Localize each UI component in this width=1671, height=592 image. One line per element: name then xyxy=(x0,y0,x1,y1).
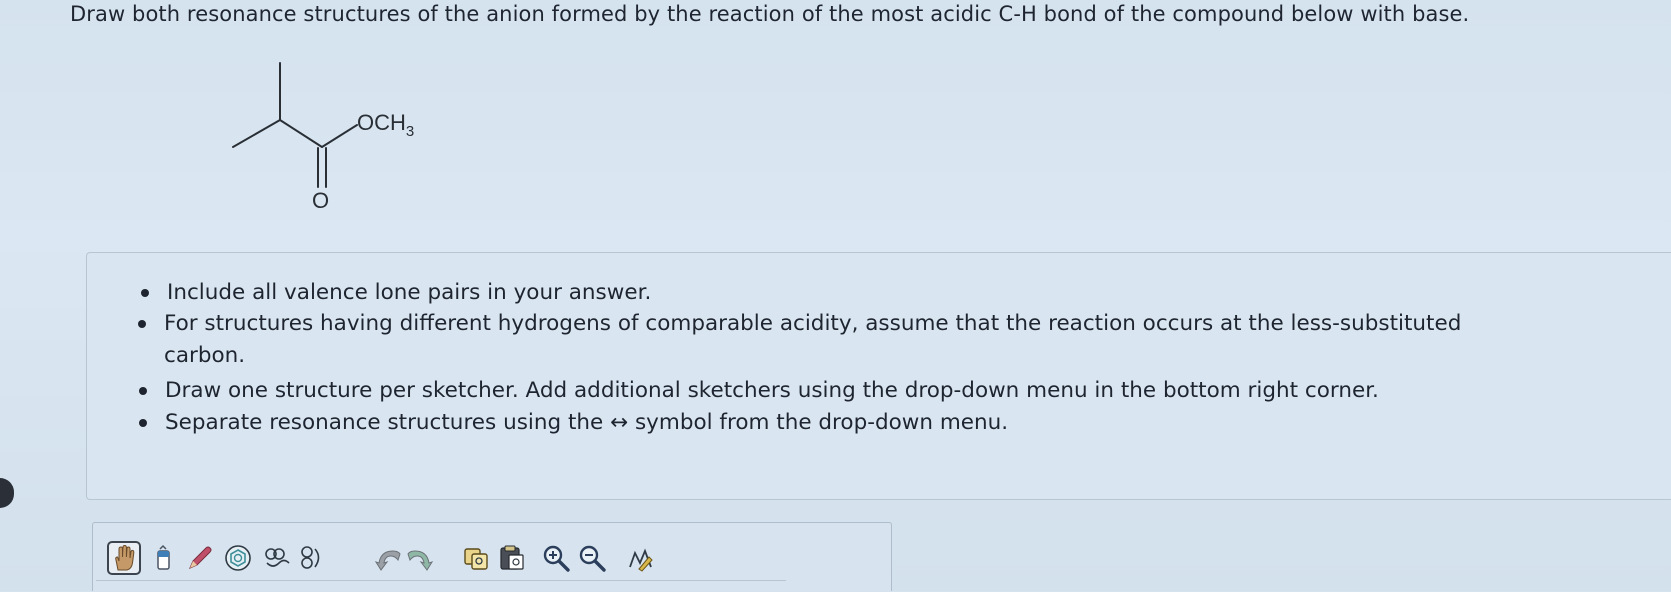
redo-icon xyxy=(407,550,434,571)
instruction-text: Include all valence lone pairs in your a… xyxy=(167,280,652,305)
instruction-text: Draw one structure per sketcher. Add add… xyxy=(165,378,1379,403)
zoom-out-icon xyxy=(579,545,606,572)
zoom-out-tool[interactable] xyxy=(575,541,609,575)
och3-text: OCH xyxy=(357,110,406,135)
bond-carbonyl-ester-o xyxy=(321,124,358,148)
carbonyl-oxygen-label: O xyxy=(312,188,329,213)
clean-tool[interactable] xyxy=(623,541,657,575)
chain-tool-variant[interactable] xyxy=(293,541,327,575)
undo-tool[interactable] xyxy=(371,541,405,575)
paste-icon xyxy=(500,545,524,570)
side-panel-toggle[interactable] xyxy=(0,478,14,508)
eraser-icon xyxy=(157,544,170,570)
och3-subscript: 3 xyxy=(406,123,414,140)
zoom-in-tool[interactable] xyxy=(539,541,573,575)
chain-loop-icon xyxy=(301,546,320,569)
paste-tool[interactable] xyxy=(495,541,529,575)
bullet-icon xyxy=(139,387,147,395)
eraser-tool[interactable] xyxy=(146,541,180,575)
chain-icon xyxy=(265,548,290,567)
bullet-icon xyxy=(139,419,147,427)
instruction-text: carbon. xyxy=(164,343,246,368)
ring-tool[interactable] xyxy=(221,541,255,575)
bullet-icon xyxy=(141,289,149,297)
instruction-item: Include all valence lone pairs in your a… xyxy=(141,278,652,308)
copy-tool[interactable] xyxy=(459,541,493,575)
pencil-icon xyxy=(189,546,212,569)
zoom-in-icon xyxy=(543,545,570,572)
och3-label: OCH3 xyxy=(357,110,414,140)
compound-structure: OCH3 O xyxy=(232,62,414,213)
instruction-item: Separate resonance structures using the … xyxy=(139,408,1009,438)
hand-tool[interactable] xyxy=(107,541,141,575)
clean-structure-icon xyxy=(629,548,653,572)
instruction-text: For structures having different hydrogen… xyxy=(164,311,1462,336)
instruction-text: Separate resonance structures using the … xyxy=(165,410,1009,435)
bullet-icon xyxy=(138,320,146,328)
instructions-panel: Include all valence lone pairs in your a… xyxy=(86,252,1671,500)
instruction-item-continuation: carbon. xyxy=(164,341,245,371)
template-toolbar-edge xyxy=(96,580,786,592)
benzene-ring-icon xyxy=(225,545,251,571)
undo-icon xyxy=(374,550,401,571)
chain-tool[interactable] xyxy=(261,541,295,575)
question-text: Draw both resonance structures of the an… xyxy=(70,2,1470,26)
copy-icon xyxy=(464,548,488,570)
hand-icon xyxy=(115,544,135,571)
pencil-tool[interactable] xyxy=(183,541,217,575)
redo-tool[interactable] xyxy=(403,541,437,575)
bond-ch-carbonyl xyxy=(279,119,323,148)
bond-left-methyl xyxy=(232,119,281,148)
instruction-item: Draw one structure per sketcher. Add add… xyxy=(139,376,1379,406)
instruction-item: For structures having different hydrogen… xyxy=(138,309,1462,339)
